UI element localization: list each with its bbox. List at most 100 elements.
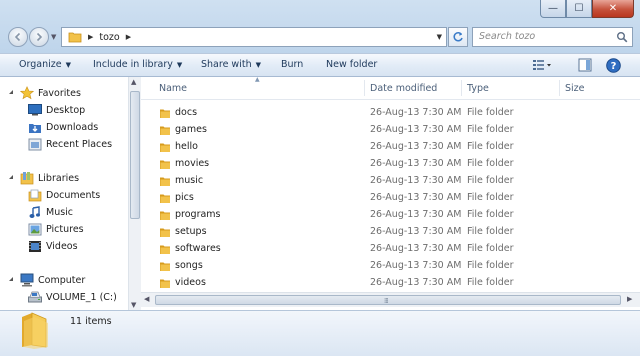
organize-label: Organize — [19, 59, 62, 70]
file-name[interactable]: softwares — [175, 243, 221, 254]
nav-downloads-label: Downloads — [46, 122, 99, 133]
new-folder-button[interactable]: New folder — [326, 59, 377, 70]
file-row[interactable]: docs 26-Aug-13 7:30 AM File folder — [141, 104, 627, 121]
breadcrumb-root-chevron-icon[interactable]: ▶ — [88, 33, 93, 41]
file-name[interactable]: programs — [175, 209, 221, 220]
folder-icon — [159, 141, 171, 156]
folder-icon — [159, 158, 171, 173]
address-bar[interactable]: ▶ tozo ▶ ▼ — [61, 27, 447, 47]
expand-libraries-icon[interactable] — [8, 172, 14, 183]
file-row[interactable]: videos 26-Aug-13 7:30 AM File folder — [141, 274, 627, 291]
folder-icon — [159, 243, 171, 258]
music-icon — [28, 206, 42, 222]
refresh-button[interactable] — [448, 27, 468, 47]
organize-button[interactable]: Organize ▼ — [19, 59, 71, 70]
forward-arrow-icon — [36, 32, 43, 42]
nav-libraries-label: Libraries — [38, 173, 80, 184]
expand-computer-icon[interactable] — [8, 274, 14, 285]
details-pane: 11 items — [0, 310, 640, 356]
nav-documents-label: Documents — [46, 190, 101, 201]
breadcrumb-tozo[interactable]: tozo — [99, 32, 119, 43]
file-row[interactable]: softwares 26-Aug-13 7:30 AM File folder — [141, 240, 627, 257]
file-name[interactable]: hello — [175, 141, 198, 152]
scroll-grip-icon: ⁞⁞⁞ — [384, 297, 389, 305]
nav-recent-places-label: Recent Places — [46, 139, 113, 150]
file-type: File folder — [467, 107, 514, 118]
file-row[interactable]: music 26-Aug-13 7:30 AM File folder — [141, 172, 627, 189]
navigation-pane: Favorites Desktop Downloads Recent Place… — [0, 77, 129, 310]
file-date-modified: 26-Aug-13 7:30 AM — [370, 141, 462, 152]
column-date-modified[interactable]: Date modified — [370, 83, 437, 94]
close-button[interactable]: ✕ — [592, 0, 634, 18]
pictures-icon — [28, 223, 42, 239]
folder-icon — [159, 209, 171, 224]
nav-favorites-label: Favorites — [38, 88, 81, 99]
help-button[interactable]: ? — [606, 58, 621, 76]
file-name[interactable]: songs — [175, 260, 203, 271]
scroll-up-arrow-icon[interactable]: ▲ — [131, 78, 136, 86]
file-date-modified: 26-Aug-13 7:30 AM — [370, 226, 462, 237]
file-name[interactable]: docs — [175, 107, 197, 118]
back-arrow-icon — [14, 32, 21, 42]
column-divider[interactable] — [461, 80, 462, 96]
file-row[interactable]: games 26-Aug-13 7:30 AM File folder — [141, 121, 627, 138]
breadcrumb-chevron-icon[interactable]: ▶ — [126, 33, 131, 41]
column-type[interactable]: Type — [467, 83, 489, 94]
file-row[interactable]: songs 26-Aug-13 7:30 AM File folder — [141, 257, 627, 274]
file-name[interactable]: videos — [175, 277, 206, 288]
minimize-button[interactable]: — — [540, 0, 566, 18]
file-row[interactable]: movies 26-Aug-13 7:30 AM File folder — [141, 155, 627, 172]
folder-icon — [68, 32, 82, 43]
recent-pages-dropdown[interactable]: ▼ — [51, 33, 56, 41]
scroll-down-arrow-icon[interactable]: ▼ — [131, 301, 136, 309]
column-name[interactable]: Name — [159, 83, 187, 94]
column-divider[interactable] — [364, 80, 365, 96]
change-view-button[interactable] — [532, 58, 554, 75]
preview-pane-icon — [578, 58, 592, 72]
file-type: File folder — [467, 226, 514, 237]
column-divider[interactable] — [559, 80, 560, 96]
file-name[interactable]: games — [175, 124, 207, 135]
folder-icon — [159, 107, 171, 122]
folder-large-icon — [22, 312, 48, 349]
folder-icon — [159, 175, 171, 190]
horizontal-scrollbar[interactable]: ◀ ⁞⁞⁞ ▶ — [141, 292, 640, 307]
navigation-scrollbar[interactable]: ▲ ▼ — [128, 77, 141, 310]
scroll-right-arrow-icon[interactable]: ▶ — [627, 295, 632, 303]
column-size[interactable]: Size — [565, 83, 585, 94]
file-date-modified: 26-Aug-13 7:30 AM — [370, 175, 462, 186]
file-name[interactable]: setups — [175, 226, 207, 237]
horizontal-scrollbar-thumb[interactable]: ⁞⁞⁞ — [155, 295, 621, 305]
star-icon — [19, 86, 35, 103]
search-icon[interactable] — [616, 31, 628, 43]
file-name[interactable]: pics — [175, 192, 194, 203]
navigation-scrollbar-thumb[interactable] — [130, 91, 140, 219]
search-box[interactable] — [472, 27, 633, 47]
file-date-modified: 26-Aug-13 7:30 AM — [370, 260, 462, 271]
file-row[interactable]: pics 26-Aug-13 7:30 AM File folder — [141, 189, 627, 206]
nav-computer-label: Computer — [38, 275, 86, 286]
file-name[interactable]: music — [175, 175, 203, 186]
scroll-left-arrow-icon[interactable]: ◀ — [144, 295, 149, 303]
refresh-icon — [453, 32, 463, 42]
forward-button[interactable] — [29, 27, 49, 47]
command-bar: Organize ▼ Include in library ▼ Share with… — [0, 53, 640, 77]
caption-buttons: — ☐ ✕ — [540, 0, 634, 18]
file-row[interactable]: programs 26-Aug-13 7:30 AM File folder — [141, 206, 627, 223]
burn-button[interactable]: Burn — [281, 59, 303, 70]
address-dropdown-icon[interactable]: ▼ — [437, 33, 442, 41]
file-type: File folder — [467, 277, 514, 288]
file-row[interactable]: setups 26-Aug-13 7:30 AM File folder — [141, 223, 627, 240]
back-button[interactable] — [8, 27, 28, 47]
search-input[interactable] — [473, 28, 609, 45]
svg-text:?: ? — [611, 61, 617, 72]
file-type: File folder — [467, 175, 514, 186]
share-with-button[interactable]: Share with ▼ — [201, 59, 261, 70]
file-name[interactable]: movies — [175, 158, 209, 169]
expand-favorites-icon[interactable] — [8, 87, 14, 98]
file-row[interactable]: hello 26-Aug-13 7:30 AM File folder — [141, 138, 627, 155]
include-in-library-button[interactable]: Include in library ▼ — [93, 59, 182, 70]
desktop-icon — [28, 104, 42, 119]
preview-pane-button[interactable] — [578, 58, 592, 75]
maximize-button[interactable]: ☐ — [566, 0, 592, 18]
